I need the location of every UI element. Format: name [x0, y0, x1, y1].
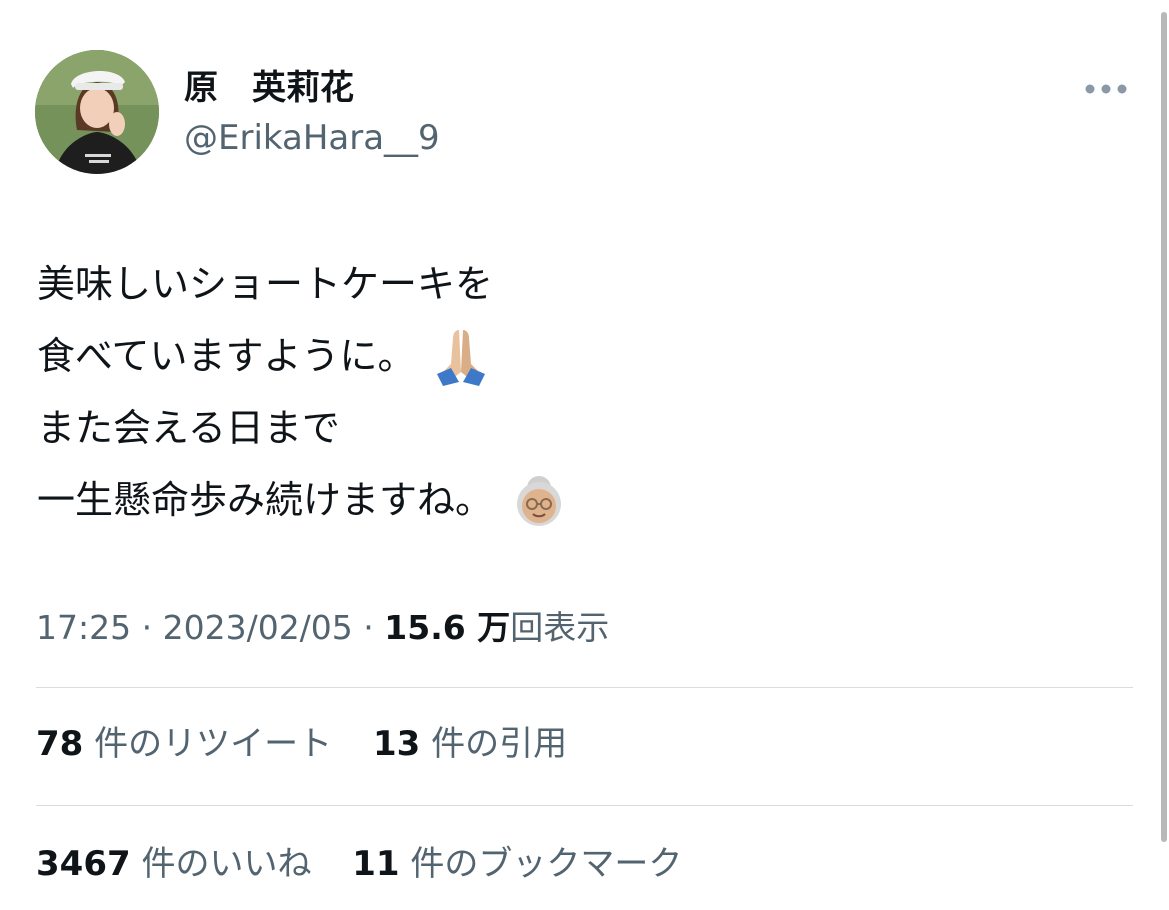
views-label: 回表示 — [510, 608, 610, 647]
views-count[interactable]: 15.6 万 — [384, 608, 510, 647]
scrollbar[interactable] — [1161, 12, 1167, 842]
tweet-body: 美味しいショートケーキを 食べていますように。 また会える日まで 一生懸命歩み続… — [37, 248, 1117, 536]
avatar[interactable] — [35, 50, 159, 174]
meta-separator: · — [131, 608, 163, 647]
tweet-line: 一生懸命歩み続けますね。 — [37, 464, 1117, 536]
tweet-line: 美味しいショートケーキを — [37, 262, 494, 306]
author-handle[interactable]: @ErikaHara__9 — [184, 114, 440, 162]
divider — [36, 805, 1133, 806]
tweet-date[interactable]: 2023/02/05 — [163, 608, 353, 647]
more-dots-icon — [1085, 84, 1127, 94]
tweet-line: 食べていますように。 — [37, 320, 1117, 392]
bookmarks-count: 11 — [352, 844, 400, 884]
tweet-line: また会える日まで — [37, 406, 340, 450]
author-display-name[interactable]: 原 英莉花 — [184, 64, 354, 112]
quotes-count: 13 — [372, 724, 421, 764]
quotes-stat[interactable]: 13 件の引用 — [373, 720, 567, 768]
tweet-time[interactable]: 17:25 — [36, 608, 131, 647]
stats-row-engagement: 3467 件のいいね 11 件のブックマーク — [36, 840, 712, 888]
meta-separator: · — [352, 608, 385, 647]
divider — [36, 687, 1133, 688]
likes-label: 件のいいね — [141, 844, 312, 884]
old-woman-icon — [507, 468, 571, 532]
likes-count: 3467 — [36, 844, 131, 884]
quotes-label: 件の引用 — [431, 724, 568, 764]
retweets-count: 78 — [36, 724, 84, 764]
stats-row-reposts: 78 件のリツイート 13 件の引用 — [36, 720, 597, 768]
retweets-label: 件のリツイート — [94, 724, 333, 764]
bookmarks-label: 件のブックマーク — [410, 844, 683, 884]
likes-stat[interactable]: 3467 件のいいね — [36, 840, 311, 888]
bookmarks-stat[interactable]: 11 件のブックマーク — [352, 840, 682, 888]
tweet-meta: 17:25 · 2023/02/05 · 15.6 万回表示 — [36, 604, 609, 652]
folded-hands-icon — [429, 324, 493, 388]
retweets-stat[interactable]: 78 件のリツイート — [36, 720, 332, 768]
more-options-button[interactable] — [1082, 78, 1130, 100]
